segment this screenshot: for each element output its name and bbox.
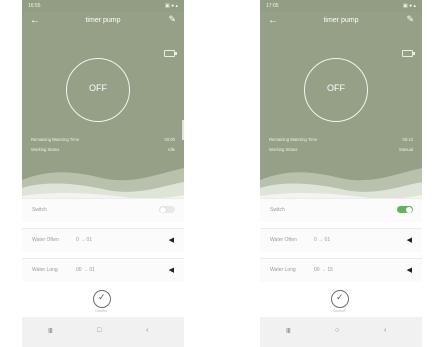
switch-row: Switch	[22, 198, 184, 222]
row-label: Water Often	[270, 237, 297, 243]
row-value: 00 → 01	[76, 267, 95, 273]
water-often-row[interactable]: Water Often 0 → 01 ◀	[22, 228, 184, 252]
toggle-knob	[160, 206, 166, 213]
device-header: 17:05 ▣ ● ▴ ← timer pump ✎ OFF Remaining…	[260, 0, 422, 200]
confirm-button[interactable]: ✓	[331, 290, 349, 308]
battery-icon	[402, 50, 415, 57]
scrollbar[interactable]	[182, 120, 184, 140]
toggle-knob	[406, 206, 412, 213]
info-value: Manual	[399, 147, 413, 152]
status-time: 17:05	[266, 3, 279, 9]
system-navbar: Ⅲ □ ‹	[22, 317, 184, 347]
status-bar: 17:05 ▣ ● ▴	[260, 0, 422, 12]
page-title: timer pump	[85, 17, 121, 24]
play-triangle-icon[interactable]: ◀	[169, 236, 174, 244]
battery-icon	[164, 50, 177, 57]
row-label: Water Long	[32, 267, 58, 273]
decorative-wave	[260, 168, 422, 200]
status-icons: ▣ ● ▴	[402, 3, 416, 9]
system-navbar: Ⅲ ○ ‹	[260, 317, 422, 347]
phone-screen-left: 16:55 ▣ ● ▴ ← timer pump ✎ OFF Remaining…	[22, 0, 184, 347]
row-label: Water Often	[32, 237, 59, 243]
water-long-row[interactable]: Water Long 00 → 15 ◀	[260, 258, 422, 282]
home-icon[interactable]: ○	[335, 327, 339, 334]
recents-icon[interactable]: Ⅲ	[286, 327, 291, 335]
status-icons: ▣ ● ▴	[164, 3, 178, 9]
decorative-wave	[22, 168, 184, 200]
confirm-label: Confirm	[332, 309, 346, 313]
info-label: Remaining Watering Time	[269, 137, 318, 142]
info-value: 00:13	[402, 137, 413, 142]
home-icon[interactable]: □	[97, 327, 101, 334]
device-header: 16:55 ▣ ● ▴ ← timer pump ✎ OFF Remaining…	[22, 0, 184, 200]
info-working-status: Working Status Idle	[31, 147, 175, 155]
info-label: Working Status	[31, 147, 60, 152]
dial-status-text: OFF	[327, 83, 345, 93]
edit-pencil-icon[interactable]: ✎	[168, 14, 176, 25]
switch-row: Switch	[260, 198, 422, 222]
page-title: timer pump	[323, 17, 359, 24]
top-bar: ← timer pump ✎	[260, 12, 422, 32]
play-triangle-icon[interactable]: ◀	[407, 236, 412, 244]
info-remaining-time: Remaining Watering Time 00:13	[269, 137, 413, 145]
info-label: Working Status	[269, 147, 298, 152]
back-icon[interactable]: ‹	[384, 327, 386, 334]
back-icon[interactable]: ‹	[146, 327, 148, 334]
confirm-button[interactable]: ✓	[93, 290, 111, 308]
info-value: 00:00	[164, 137, 175, 142]
row-label: Switch	[270, 207, 285, 213]
info-label: Remaining Watering Time	[31, 137, 80, 142]
play-triangle-icon[interactable]: ◀	[407, 266, 412, 274]
check-icon: ✓	[336, 292, 344, 302]
play-triangle-icon[interactable]: ◀	[169, 266, 174, 274]
top-bar: ← timer pump ✎	[22, 12, 184, 32]
dial-status-text: OFF	[89, 83, 107, 93]
info-remaining-time: Remaining Watering Time 00:00	[31, 137, 175, 145]
switch-toggle[interactable]	[397, 206, 413, 213]
row-value: 0 → 01	[76, 237, 93, 243]
info-value: Idle	[168, 147, 175, 152]
confirm-label: Confirm	[94, 309, 108, 313]
switch-toggle[interactable]	[159, 206, 175, 213]
check-icon: ✓	[98, 292, 106, 302]
row-label: Water Long	[270, 267, 296, 273]
power-dial[interactable]: OFF	[66, 58, 130, 122]
row-value: 00 → 15	[314, 267, 333, 273]
status-bar: 16:55 ▣ ● ▴	[22, 0, 184, 12]
power-dial[interactable]: OFF	[304, 58, 368, 122]
phone-screen-right: 17:05 ▣ ● ▴ ← timer pump ✎ OFF Remaining…	[260, 0, 422, 347]
row-label: Switch	[32, 207, 47, 213]
status-time: 16:55	[28, 3, 41, 9]
row-value: 0 → 01	[314, 237, 331, 243]
edit-pencil-icon[interactable]: ✎	[406, 14, 414, 25]
water-long-row[interactable]: Water Long 00 → 01 ◀	[22, 258, 184, 282]
water-often-row[interactable]: Water Often 0 → 01 ◀	[260, 228, 422, 252]
recents-icon[interactable]: Ⅲ	[48, 327, 53, 335]
info-working-status: Working Status Manual	[269, 147, 413, 155]
